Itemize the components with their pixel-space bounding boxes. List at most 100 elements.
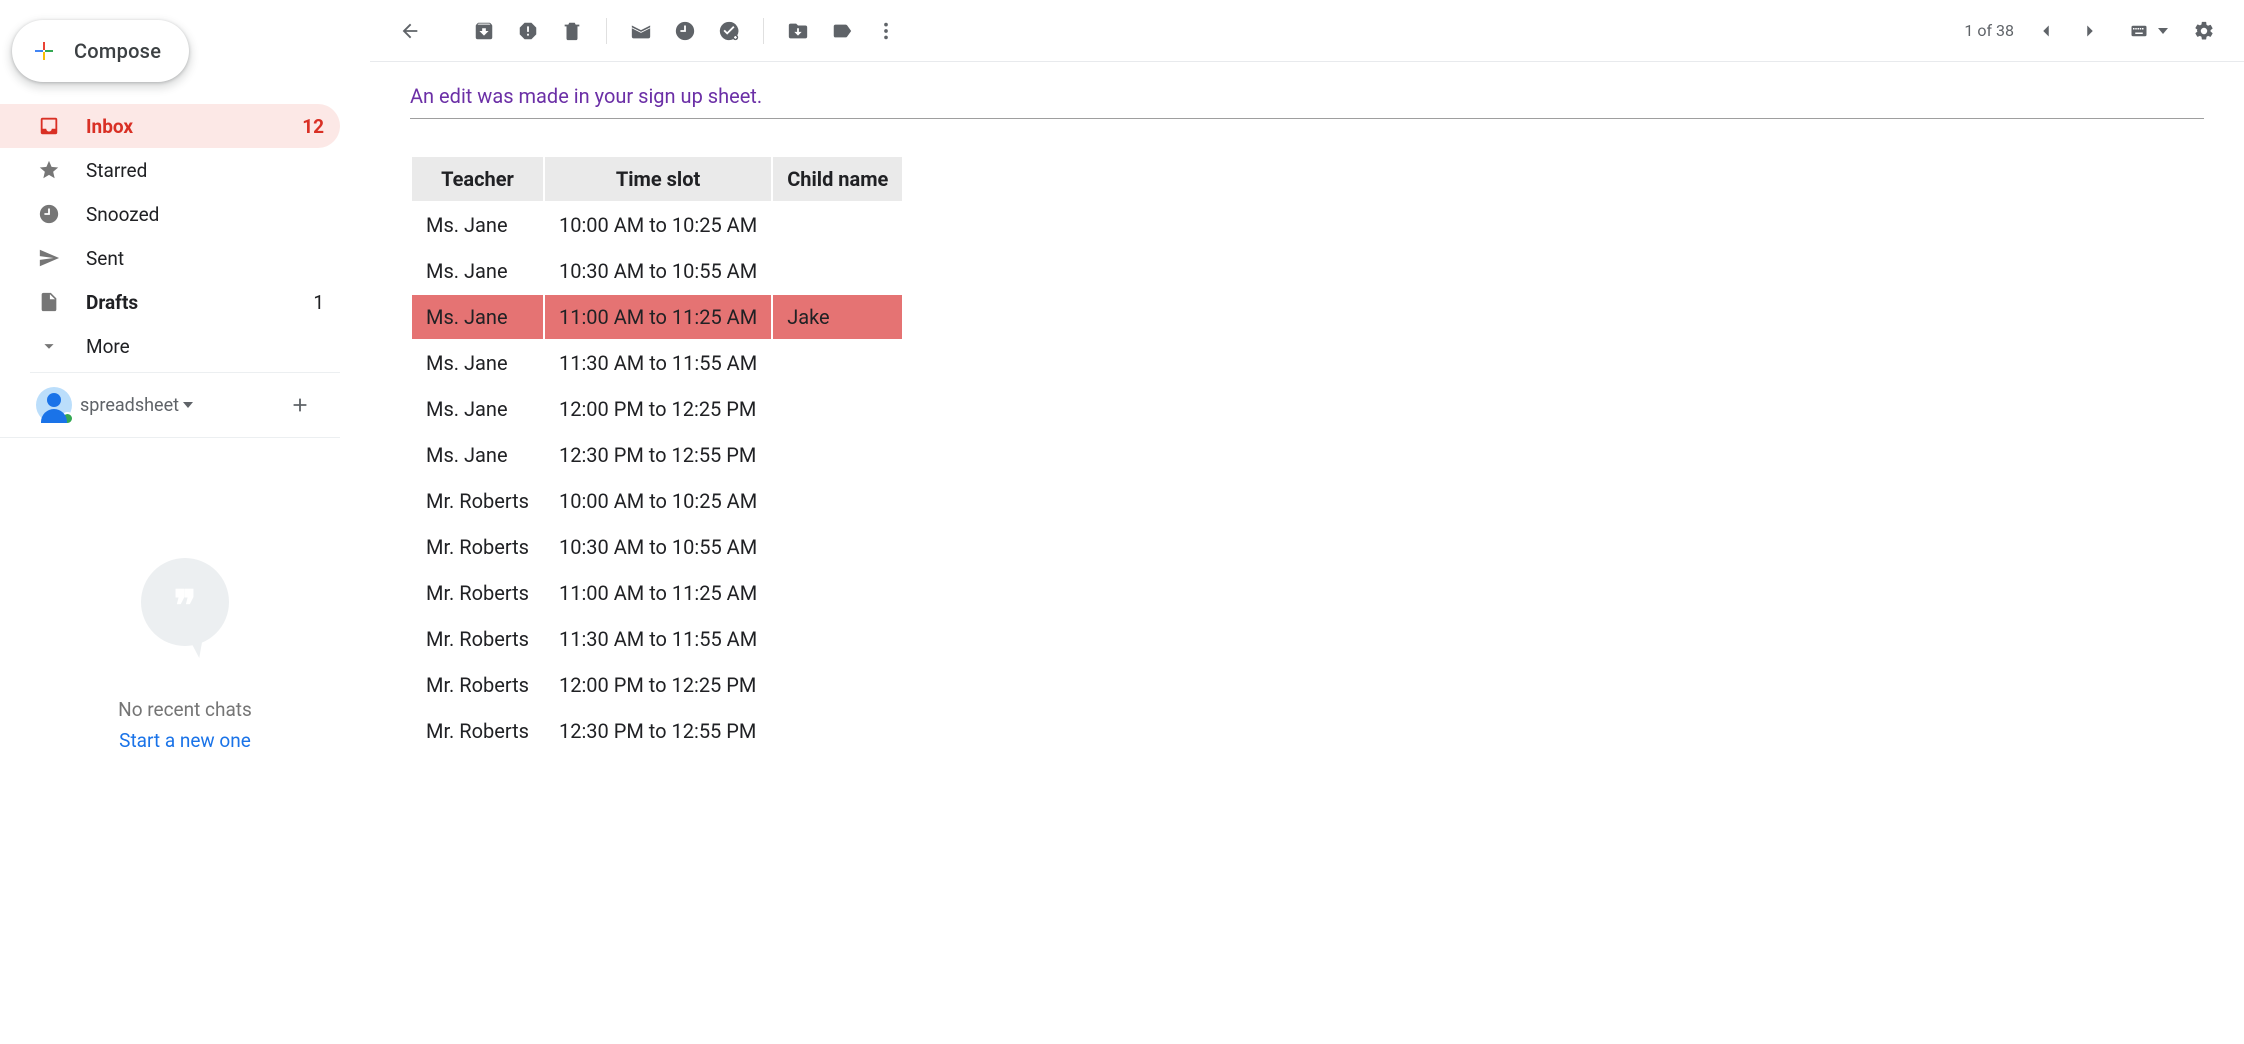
report-spam-button[interactable]: [506, 9, 550, 53]
cell-timeslot: 12:00 PM to 12:25 PM: [544, 662, 772, 708]
cell-teacher: Mr. Roberts: [411, 478, 544, 524]
snooze-button[interactable]: [663, 9, 707, 53]
inbox-count: 12: [302, 115, 324, 138]
cell-child: [772, 662, 903, 708]
cell-teacher: Ms. Jane: [411, 386, 544, 432]
cell-child: [772, 248, 903, 294]
cell-timeslot: 10:00 AM to 10:25 AM: [544, 202, 772, 248]
add-to-tasks-button[interactable]: [707, 9, 751, 53]
table-row: Ms. Jane12:00 PM to 12:25 PM: [411, 386, 903, 432]
nav-sent[interactable]: Sent: [0, 236, 340, 280]
table-row: Mr. Roberts12:30 PM to 12:55 PM: [411, 708, 903, 754]
table-row: Ms. Jane11:30 AM to 11:55 AM: [411, 340, 903, 386]
avatar[interactable]: [36, 387, 72, 423]
chevron-down-icon: [2158, 28, 2168, 34]
nav-label: Inbox: [86, 115, 302, 138]
col-timeslot: Time slot: [544, 156, 772, 202]
table-row: Ms. Jane12:30 PM to 12:55 PM: [411, 432, 903, 478]
cell-timeslot: 11:00 AM to 11:25 AM: [544, 294, 772, 340]
cell-timeslot: 10:00 AM to 10:25 AM: [544, 478, 772, 524]
cell-teacher: Mr. Roberts: [411, 524, 544, 570]
cell-teacher: Mr. Roberts: [411, 708, 544, 754]
cell-child: [772, 616, 903, 662]
cell-child: [772, 340, 903, 386]
table-row: Ms. Jane11:00 AM to 11:25 AMJake: [411, 294, 903, 340]
cell-timeslot: 11:30 AM to 11:55 AM: [544, 616, 772, 662]
star-icon: [36, 157, 62, 183]
cell-teacher: Mr. Roberts: [411, 570, 544, 616]
start-new-chat-link[interactable]: Start a new one: [119, 729, 251, 752]
cell-child: [772, 386, 903, 432]
cell-teacher: Ms. Jane: [411, 202, 544, 248]
table-row: Mr. Roberts10:30 AM to 10:55 AM: [411, 524, 903, 570]
main: 1 of 38 An edit was made in your sign up…: [370, 0, 2244, 1044]
compose-button[interactable]: Compose: [12, 20, 189, 82]
cell-timeslot: 12:30 PM to 12:55 PM: [544, 432, 772, 478]
inbox-icon: [36, 113, 62, 139]
nav-starred[interactable]: Starred: [0, 148, 340, 192]
cell-child: Jake: [772, 294, 903, 340]
back-button[interactable]: [388, 9, 432, 53]
cell-timeslot: 10:30 AM to 10:55 AM: [544, 248, 772, 294]
chevron-down-icon: [36, 333, 62, 359]
cell-teacher: Mr. Roberts: [411, 616, 544, 662]
delete-button[interactable]: [550, 9, 594, 53]
table-row: Mr. Roberts10:00 AM to 10:25 AM: [411, 478, 903, 524]
new-chat-button[interactable]: [286, 391, 314, 419]
nav-label: Starred: [86, 159, 324, 182]
hangouts-panel: ❞ No recent chats Start a new one: [0, 438, 370, 1044]
move-to-button[interactable]: [776, 9, 820, 53]
cell-timeslot: 12:00 PM to 12:25 PM: [544, 386, 772, 432]
table-row: Mr. Roberts11:00 AM to 11:25 AM: [411, 570, 903, 616]
cell-teacher: Ms. Jane: [411, 432, 544, 478]
cell-child: [772, 570, 903, 616]
separator: [606, 18, 607, 44]
archive-button[interactable]: [462, 9, 506, 53]
older-button[interactable]: [2024, 9, 2068, 53]
drafts-count: 1: [313, 291, 324, 314]
presence-online-icon: [61, 412, 74, 425]
compose-label: Compose: [74, 39, 161, 63]
more-actions-button[interactable]: [864, 9, 908, 53]
chat-account-dropdown[interactable]: spreadsheet: [80, 395, 286, 416]
nav-label: Snoozed: [86, 203, 324, 226]
plus-icon: [32, 39, 56, 63]
no-recent-chats-text: No recent chats: [118, 698, 252, 721]
nav-more[interactable]: More: [0, 324, 340, 368]
cell-teacher: Ms. Jane: [411, 340, 544, 386]
nav-label: More: [86, 335, 324, 358]
folder-nav: Inbox 12 Starred Snoozed Sent Drafts 1: [0, 100, 370, 368]
file-icon: [36, 289, 62, 315]
input-tools-button[interactable]: [2126, 22, 2168, 40]
send-icon: [36, 245, 62, 271]
cell-child: [772, 202, 903, 248]
pager-text: 1 of 38: [1964, 21, 2014, 40]
mark-unread-button[interactable]: [619, 9, 663, 53]
chat-account-name: spreadsheet: [80, 395, 179, 416]
email-subject-line: An edit was made in your sign up sheet.: [410, 84, 2204, 119]
nav-inbox[interactable]: Inbox 12: [0, 104, 340, 148]
col-teacher: Teacher: [411, 156, 544, 202]
cell-timeslot: 10:30 AM to 10:55 AM: [544, 524, 772, 570]
signup-table: Teacher Time slot Child name Ms. Jane10:…: [410, 155, 904, 755]
hangouts-icon: ❞: [141, 558, 229, 658]
nav-snoozed[interactable]: Snoozed: [0, 192, 340, 236]
sidebar: Compose Inbox 12 Starred Snoozed Sent: [0, 0, 370, 1044]
cell-child: [772, 708, 903, 754]
chevron-down-icon: [183, 402, 193, 408]
settings-button[interactable]: [2182, 9, 2226, 53]
cell-teacher: Ms. Jane: [411, 294, 544, 340]
newer-button[interactable]: [2068, 9, 2112, 53]
nav-drafts[interactable]: Drafts 1: [0, 280, 340, 324]
cell-child: [772, 432, 903, 478]
separator: [763, 18, 764, 44]
email-content: An edit was made in your sign up sheet. …: [370, 62, 2244, 777]
labels-button[interactable]: [820, 9, 864, 53]
col-child: Child name: [772, 156, 903, 202]
cell-timeslot: 12:30 PM to 12:55 PM: [544, 708, 772, 754]
cell-child: [772, 524, 903, 570]
cell-timeslot: 11:00 AM to 11:25 AM: [544, 570, 772, 616]
cell-teacher: Mr. Roberts: [411, 662, 544, 708]
chat-section: spreadsheet: [0, 373, 340, 438]
toolbar: 1 of 38: [370, 0, 2244, 62]
